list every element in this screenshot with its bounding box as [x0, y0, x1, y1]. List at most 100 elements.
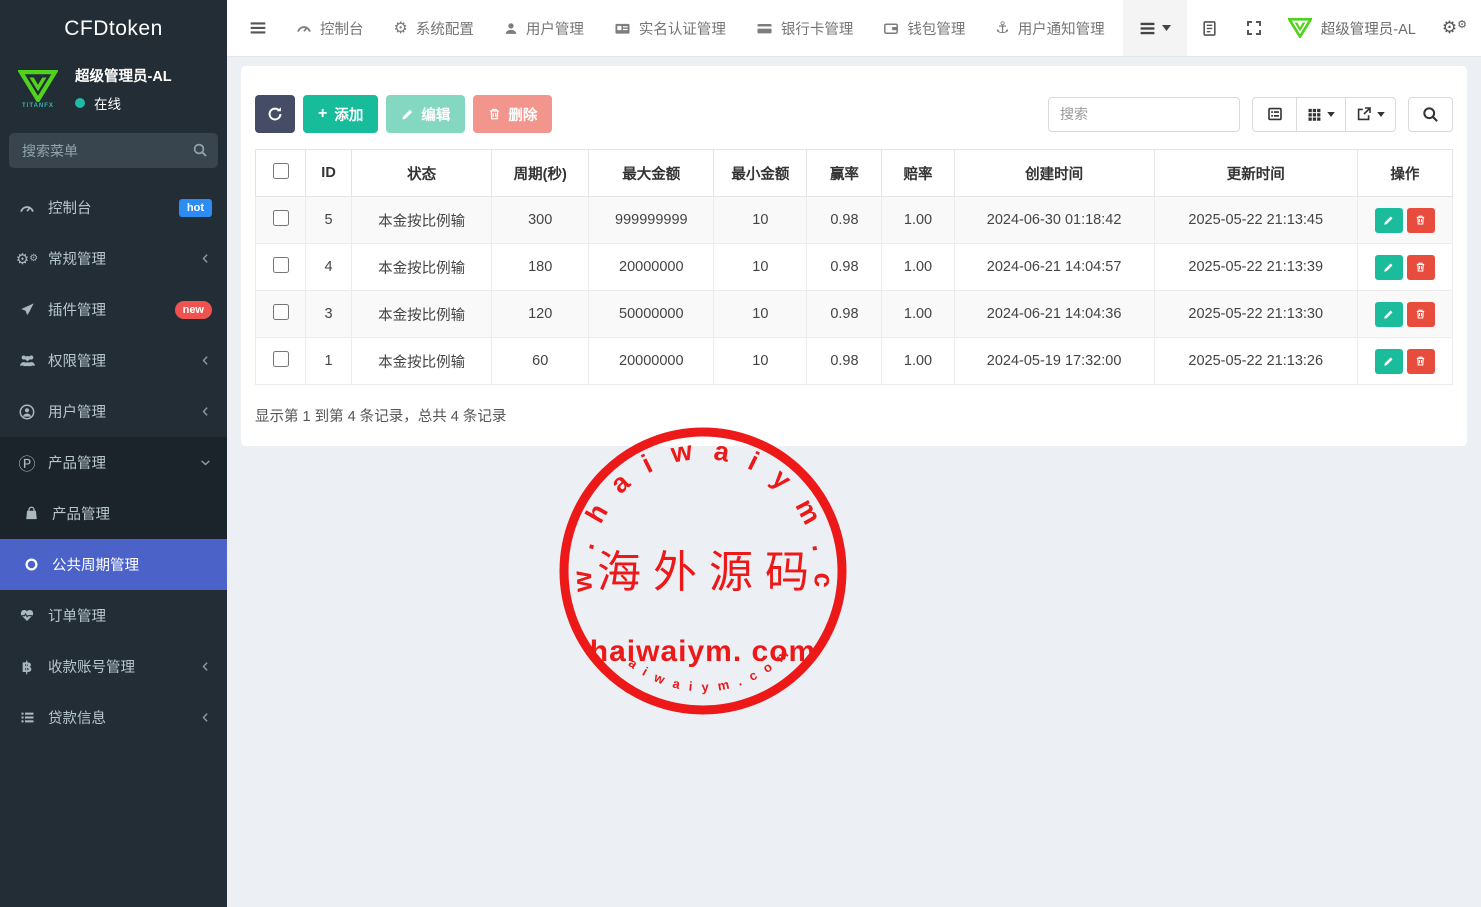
- tachometer-icon: [15, 200, 39, 216]
- row-edit-button[interactable]: [1375, 255, 1403, 280]
- shopping-bag-icon: [19, 506, 43, 521]
- nav-item-system-config[interactable]: ⚙ 系统配置: [379, 0, 489, 56]
- data-card: + 添加 编辑 删除: [241, 66, 1467, 446]
- chevron-left-icon: [199, 660, 212, 673]
- table-toolbar: + 添加 编辑 删除: [255, 95, 1453, 133]
- pencil-icon: [1383, 262, 1394, 273]
- sidebar-item-label: 公共周期管理: [52, 554, 139, 575]
- sidebar-item-orders[interactable]: 订单管理: [0, 590, 227, 641]
- table-row: 1 本金按比例输 60 20000000 10 0.98 1.00 2024-0…: [256, 338, 1453, 385]
- column-header: 赢率: [807, 150, 882, 197]
- sidebar-subitem-public-period[interactable]: 公共周期管理: [0, 539, 227, 590]
- detail-view-button[interactable]: [1252, 97, 1297, 132]
- chevron-down-icon: [199, 456, 212, 469]
- settings-cogs-icon[interactable]: ⚙⚙: [1428, 18, 1481, 38]
- circle-o-icon: [19, 557, 43, 572]
- navbar-right: 超级管理员-AL ⚙⚙: [1123, 0, 1481, 56]
- sidebar-item-label: 权限管理: [48, 350, 106, 371]
- brand-logo: TITANFX: [14, 70, 62, 109]
- sidebar-item-permissions[interactable]: 权限管理: [0, 335, 227, 386]
- users-icon: [15, 353, 39, 368]
- logo-caption: TITANFX: [14, 103, 62, 109]
- sidebar-item-general[interactable]: ⚙⚙ 常规管理: [0, 233, 227, 284]
- trash-icon: [1415, 308, 1426, 320]
- table-view-buttons: [1252, 97, 1396, 132]
- online-label: 在线: [94, 93, 121, 113]
- nav-item-label: 钱包管理: [907, 18, 965, 39]
- product-circle-icon: Ⓟ: [15, 450, 39, 475]
- row-edit-button[interactable]: [1375, 349, 1403, 374]
- nav-item-label: 银行卡管理: [781, 18, 854, 39]
- row-edit-button[interactable]: [1375, 208, 1403, 233]
- refresh-button[interactable]: [255, 95, 295, 133]
- titanfx-shield-icon: [18, 70, 58, 102]
- sidebar-item-plugins[interactable]: 插件管理 new: [0, 284, 227, 335]
- select-all-checkbox[interactable]: [273, 163, 289, 179]
- column-header: 状态: [352, 150, 492, 197]
- edit-button[interactable]: 编辑: [386, 95, 465, 133]
- nav-item-wallets[interactable]: 钱包管理: [868, 0, 980, 56]
- row-delete-button[interactable]: [1407, 349, 1435, 374]
- nav-item-user-manage[interactable]: 用户管理: [489, 0, 599, 56]
- nav-item-bank-cards[interactable]: 银行卡管理: [741, 0, 869, 56]
- table-row: 3 本金按比例输 120 50000000 10 0.98 1.00 2024-…: [256, 291, 1453, 338]
- caret-down-icon: [1377, 112, 1385, 117]
- nav-menu-toggle-button[interactable]: [1123, 0, 1187, 56]
- add-button[interactable]: + 添加: [303, 95, 378, 133]
- user-panel: TITANFX 超级管理员-AL 在线: [0, 57, 227, 125]
- content-area: + 添加 编辑 删除: [227, 57, 1481, 455]
- plus-icon: +: [318, 105, 327, 123]
- nav-item-realname-auth[interactable]: 实名认证管理: [599, 0, 741, 56]
- sidebar-item-payment-accounts[interactable]: ฿ 收款账号管理: [0, 641, 227, 692]
- trash-icon: [488, 107, 501, 121]
- credit-card-icon: [756, 21, 773, 36]
- export-button[interactable]: [1346, 97, 1396, 132]
- pencil-icon: [1383, 356, 1394, 367]
- sidebar-menu: 控制台 hot ⚙⚙ 常规管理 插件管理 new 权限管理: [0, 182, 227, 743]
- table-search-input[interactable]: [1048, 97, 1240, 132]
- columns-icon: [1307, 107, 1322, 122]
- brand-title: CFDtoken: [0, 0, 227, 57]
- sidebar-item-dashboard[interactable]: 控制台 hot: [0, 182, 227, 233]
- nav-item-label: 用户通知管理: [1018, 18, 1105, 39]
- row-delete-button[interactable]: [1407, 208, 1435, 233]
- caret-down-icon: [1327, 112, 1335, 117]
- nav-item-user-notifications[interactable]: ⚓ 用户通知管理: [980, 0, 1119, 56]
- columns-button[interactable]: [1297, 97, 1346, 132]
- user-name: 超级管理员-AL: [75, 65, 172, 86]
- sidebar-item-label: 产品管理: [48, 452, 106, 473]
- row-delete-button[interactable]: [1407, 302, 1435, 327]
- sidebar: CFDtoken TITANFX 超级管理员-AL 在线: [0, 0, 227, 907]
- row-checkbox[interactable]: [273, 304, 289, 320]
- titanfx-shield-icon: [1288, 18, 1312, 38]
- hot-badge: hot: [179, 199, 212, 217]
- row-checkbox[interactable]: [273, 351, 289, 367]
- nav-item-label: 系统配置: [416, 18, 474, 39]
- log-icon[interactable]: [1187, 20, 1232, 37]
- fullscreen-icon[interactable]: [1232, 20, 1276, 36]
- sidebar-item-loan-info[interactable]: 贷款信息: [0, 692, 227, 743]
- sidebar-item-products[interactable]: Ⓟ 产品管理: [0, 437, 227, 488]
- sidebar-subitem-product-manage[interactable]: 产品管理: [0, 488, 227, 539]
- search-submit-button[interactable]: [1408, 97, 1453, 132]
- row-delete-button[interactable]: [1407, 255, 1435, 280]
- anchor-icon: ⚓: [995, 18, 1009, 38]
- main-area: 控制台 ⚙ 系统配置 用户管理 实名认证管理 银行卡管理 钱包管理: [227, 0, 1481, 907]
- nav-item-label: 实名认证管理: [639, 18, 726, 39]
- row-edit-button[interactable]: [1375, 302, 1403, 327]
- detail-view-icon: [1267, 106, 1283, 122]
- row-checkbox[interactable]: [273, 257, 289, 273]
- delete-button[interactable]: 删除: [473, 95, 552, 133]
- row-checkbox[interactable]: [273, 210, 289, 226]
- pencil-icon: [1383, 215, 1394, 226]
- column-header: 最小金额: [714, 150, 807, 197]
- new-badge: new: [175, 301, 212, 319]
- pagination-summary: 显示第 1 到第 4 条记录，总共 4 条记录: [255, 405, 1453, 426]
- nav-item-label: 用户管理: [526, 18, 584, 39]
- nav-user[interactable]: 超级管理员-AL: [1276, 18, 1428, 39]
- sidebar-search-input[interactable]: [9, 133, 218, 168]
- sidebar-item-users[interactable]: 用户管理: [0, 386, 227, 437]
- nav-item-dashboard[interactable]: 控制台: [281, 0, 379, 56]
- chevron-left-icon: [199, 405, 212, 418]
- hamburger-icon[interactable]: [249, 19, 267, 37]
